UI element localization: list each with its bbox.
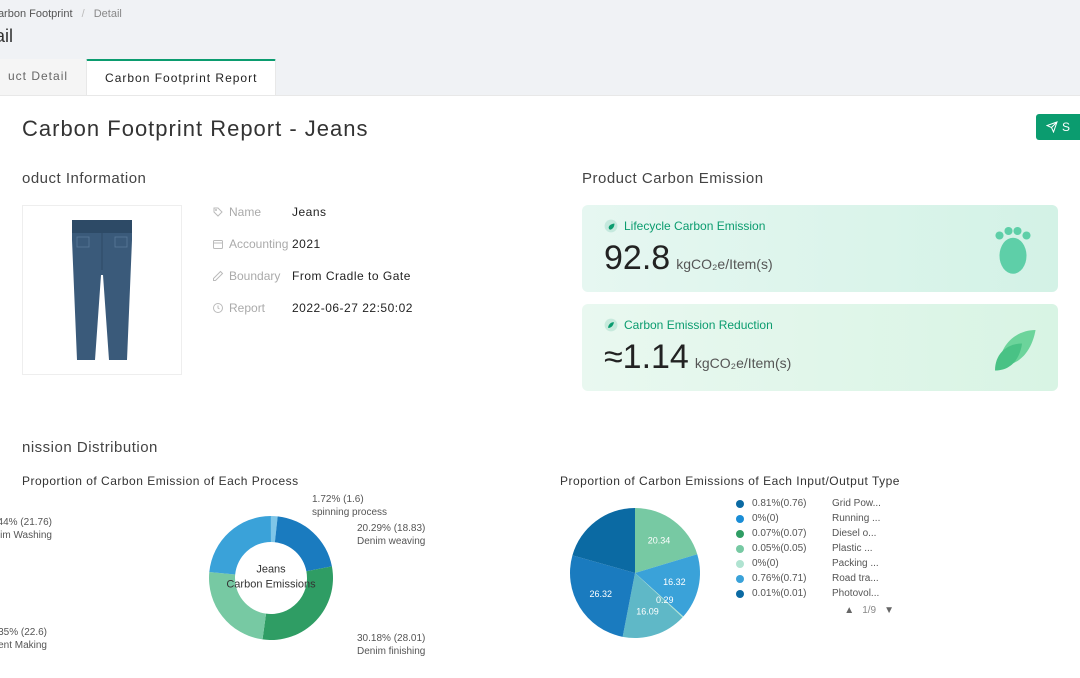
pager-text: 1/9 [862,605,876,616]
chart-label: 30.18% (28.01)Denim finishing [357,632,425,658]
calendar-icon [212,238,224,250]
lifecycle-emission-card: Lifecycle Carbon Emission 92.8 kgCO₂e/It… [582,205,1058,292]
tabs: uct Detail Carbon Footprint Report [0,59,1080,96]
pager-next[interactable]: ▼ [884,605,894,616]
meta-rep-value: 2022-06-27 22:50:02 [292,301,413,315]
reduction-card: Carbon Emission Reduction ≈1.14 kgCO₂e/I… [582,304,1058,391]
meta-bound-label: Boundary [229,269,280,283]
svg-text:0.29: 0.29 [656,595,674,605]
card2-label: Carbon Emission Reduction [624,318,773,332]
breadcrumb: Carbon Footprint / Detail [0,0,1080,26]
svg-text:26.32: 26.32 [589,589,612,599]
card1-unit: kgCO₂e/Item(s) [676,256,772,272]
legend-row: 0.01%(0.01)Photovol... [736,588,898,599]
svg-text:16.32: 16.32 [663,577,686,587]
meta-name-value: Jeans [292,205,327,219]
meta-name-label: Name [229,205,261,219]
legend-row: 0.76%(0.71)Road tra... [736,573,898,584]
product-info-heading: oduct Information [22,170,542,187]
card1-value: 92.8 [604,239,670,278]
chart-label: 1.72% (1.6)spinning process [312,493,387,519]
jeans-icon [57,215,147,365]
card1-label: Lifecycle Carbon Emission [624,219,765,233]
clock-icon [212,302,224,314]
chart-label: 23.44% (21.76)Denim Washing [0,516,52,542]
share-button[interactable]: S [1036,114,1080,140]
pager-prev[interactable]: ▲ [844,605,854,616]
report-title: Carbon Footprint Report - Jeans [22,116,369,142]
pencil-icon [212,270,224,282]
svg-text:20.34: 20.34 [648,536,671,546]
svg-text:16.09: 16.09 [636,606,659,616]
pie-chart: 20.34 16.32 0.2916.09 26.32 [560,498,710,653]
chart2-title: Proportion of Carbon Emissions of Each I… [560,474,1058,488]
chart-label: 24.35% (22.6)Garment Making [0,626,47,652]
leaf-badge-icon [604,219,618,233]
breadcrumb-root[interactable]: Carbon Footprint [0,8,73,20]
leaf-icon [986,321,1040,375]
meta-bound-value: From Cradle to Gate [292,269,411,283]
meta-rep-label: Report [229,301,265,315]
card2-unit: kgCO₂e/Item(s) [695,355,791,371]
legend-row: 0%(0)Packing ... [736,558,898,569]
legend-pager: ▲ 1/9 ▼ [736,605,894,616]
breadcrumb-current: Detail [94,8,122,20]
card2-value: ≈1.14 [604,338,689,377]
meta-acc-label: Accounting [229,237,288,251]
donut-chart: Jeans Carbon Emissions 1.72% (1.6)spinni… [22,498,520,658]
reduction-badge-icon [604,318,618,332]
chart-label: 20.29% (18.83)Denim weaving [357,522,425,548]
meta-acc-value: 2021 [292,237,321,251]
legend-row: 0%(0)Running ... [736,513,898,524]
send-icon [1046,121,1058,133]
page-title: tail [0,26,1080,47]
tab-carbon-report[interactable]: Carbon Footprint Report [86,59,276,95]
tab-product-detail[interactable]: uct Detail [0,59,86,95]
legend: 0.81%(0.76)Grid Pow... 0%(0)Running ... 0.… [736,498,898,599]
legend-row: 0.81%(0.76)Grid Pow... [736,498,898,509]
breadcrumb-sep: / [82,8,85,20]
chart1-title: Proportion of Carbon Emission of Each Pr… [22,474,520,488]
product-image [22,205,182,375]
footprint-icon [986,222,1040,276]
legend-row: 0.05%(0.05)Plastic ... [736,543,898,554]
emission-heading: Product Carbon Emission [582,170,1058,187]
distribution-heading: nission Distribution [22,439,1058,456]
legend-row: 0.07%(0.07)Diesel o... [736,528,898,539]
tag-icon [212,206,224,218]
